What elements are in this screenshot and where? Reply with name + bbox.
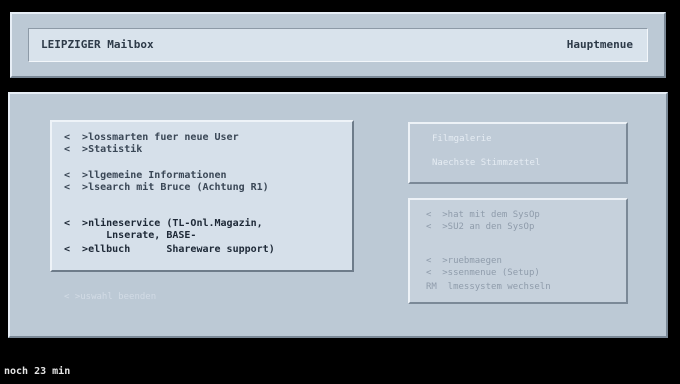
menu-item-messages[interactable]: < >ruebmaegen xyxy=(426,256,502,266)
menu-item-online-service[interactable]: < >nlineservice (TL-Onl.Magazin, xyxy=(64,218,263,230)
sysop-menu-list: < >hat mit dem SysOp < >SU2 an den SysOp… xyxy=(408,198,628,304)
header-window: LEIPZIGER Mailbox Hauptmenue xyxy=(10,12,666,78)
exit-option[interactable]: < >uswahl beenden xyxy=(64,292,156,302)
menu-item-general-info[interactable]: < >llgemeine Informationen xyxy=(64,170,227,182)
menu-item-switch-system[interactable]: RM lmessystem wechseln xyxy=(426,282,551,292)
menu-item-statistics[interactable]: < >Statistik xyxy=(64,144,142,156)
time-remaining: noch 23 min xyxy=(4,366,71,377)
title-bar: LEIPZIGER Mailbox Hauptmenue xyxy=(28,28,648,62)
main-menu-window: < >lossmarten fuer neue User < >Statisti… xyxy=(8,92,668,338)
menu-item-guestbook[interactable]: < >ellbuch Shareware support) xyxy=(64,244,275,256)
main-menu-list: < >lossmarten fuer neue User < >Statisti… xyxy=(50,120,354,272)
button-bottom[interactable]: Naechste Stimmzettel xyxy=(432,158,540,168)
button-top[interactable]: Filmgalerie xyxy=(432,134,492,144)
menu-item-online-service-cont: Lnserate, BASE- xyxy=(64,230,197,241)
menu-item-search[interactable]: < >lsearch mit Bruce (Achtung R1) xyxy=(64,182,269,194)
action-buttons: Filmgalerie Naechste Stimmzettel xyxy=(408,122,628,184)
menu-item-mail-sysop[interactable]: < >SU2 an den SysOp xyxy=(426,222,534,232)
menu-item-setup[interactable]: < >ssenmenue (Setup) xyxy=(426,268,540,278)
mailbox-title: LEIPZIGER Mailbox xyxy=(41,38,154,51)
menu-item-chat-sysop[interactable]: < >hat mit dem SysOp xyxy=(426,210,540,220)
menu-name-label: Hauptmenue xyxy=(566,38,633,51)
menu-item-new-user[interactable]: < >lossmarten fuer neue User xyxy=(64,132,239,144)
